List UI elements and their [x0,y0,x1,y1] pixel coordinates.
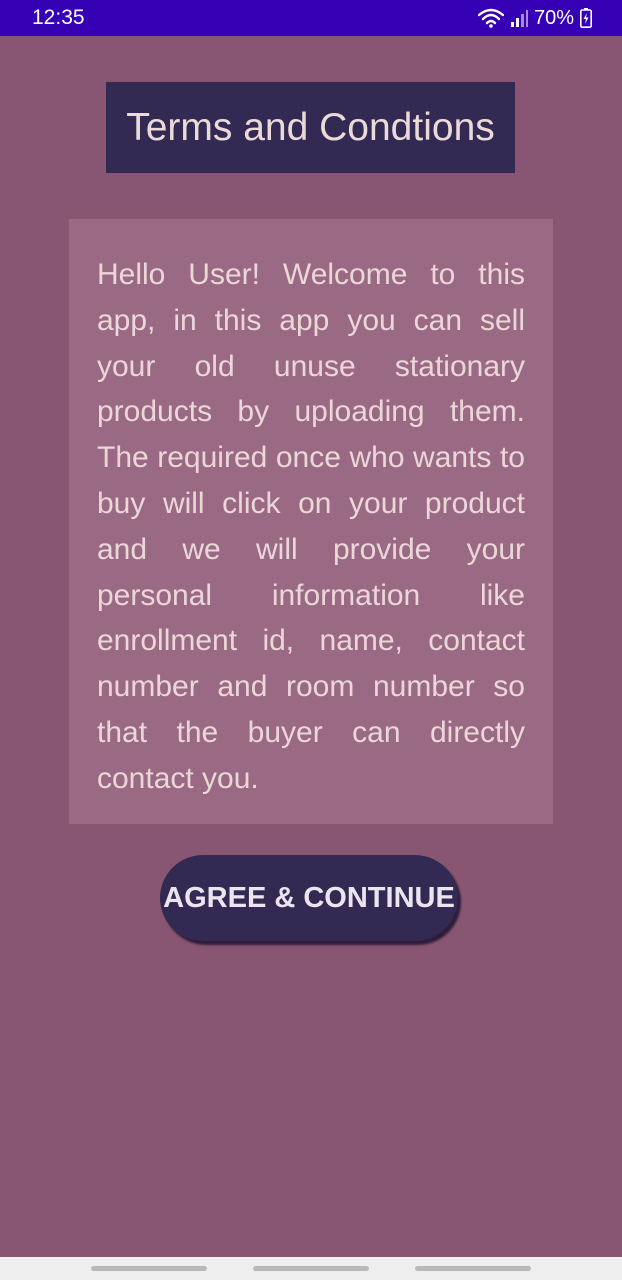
signal-icon [510,9,528,27]
page-title: Terms and Condtions [126,105,495,149]
nav-recents-handle[interactable] [91,1266,207,1271]
wifi-icon [477,8,504,28]
nav-back-handle[interactable] [415,1266,531,1271]
terms-text: Hello User! Welcome to this app, in this… [97,258,525,795]
battery-percent: 70% [533,7,574,29]
status-time: 12:35 [32,6,85,29]
navigation-bar [0,1257,622,1280]
agree-continue-button[interactable]: AGREE & CONTINUE [160,855,458,941]
nav-home-handle[interactable] [253,1266,369,1271]
battery-charging-icon [580,8,592,28]
status-bar: 12:35 70% [0,0,622,36]
terms-card: Hello User! Welcome to this app, in this… [69,219,553,824]
status-icons: 70% [477,5,592,31]
title-banner: Terms and Condtions [106,82,515,173]
